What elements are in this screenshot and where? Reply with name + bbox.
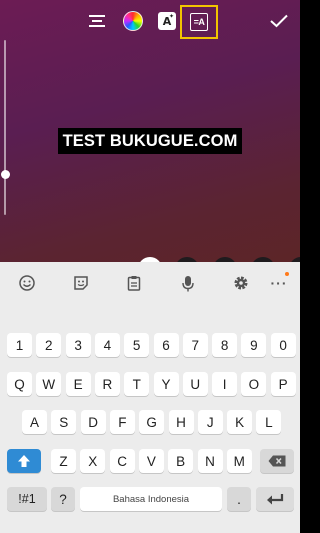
emoji-icon <box>19 275 35 291</box>
story-text-box[interactable]: TEST BUKUGUE.COM <box>0 128 300 154</box>
color-button[interactable] <box>120 7 146 35</box>
key-y[interactable]: Y <box>153 372 179 396</box>
symbols-key[interactable]: !#1 <box>7 487 47 511</box>
key-g[interactable]: G <box>139 410 165 434</box>
emoji-button[interactable] <box>16 272 38 294</box>
key-x[interactable]: X <box>80 449 106 473</box>
key-u[interactable]: U <box>182 372 208 396</box>
text-toolbar: A ✦ =A <box>0 5 300 39</box>
key-k[interactable]: K <box>227 410 253 434</box>
backspace-icon <box>268 455 286 467</box>
done-button[interactable] <box>266 7 292 35</box>
keyboard-toolbar: ··· <box>0 262 300 304</box>
sticker-button[interactable] <box>70 272 92 294</box>
key-q[interactable]: Q <box>7 372 32 396</box>
shift-key[interactable] <box>7 449 41 473</box>
key-5[interactable]: 5 <box>124 333 150 357</box>
question-key[interactable]: ? <box>51 487 75 511</box>
key-4[interactable]: 4 <box>94 333 120 357</box>
voice-input-button[interactable] <box>177 272 199 294</box>
key-t[interactable]: T <box>124 372 150 396</box>
color-wheel-icon <box>123 11 143 31</box>
key-6[interactable]: 6 <box>153 333 179 357</box>
key-s[interactable]: S <box>51 410 77 434</box>
key-o[interactable]: O <box>241 372 267 396</box>
shift-icon <box>18 455 30 467</box>
key-9[interactable]: 9 <box>241 333 267 357</box>
align-center-icon <box>89 15 105 27</box>
period-key[interactable]: . <box>227 487 251 511</box>
more-button[interactable]: ··· <box>268 272 290 294</box>
key-8[interactable]: 8 <box>212 333 238 357</box>
key-n[interactable]: N <box>197 449 223 473</box>
notification-dot <box>285 272 289 276</box>
clipboard-button[interactable] <box>123 272 145 294</box>
key-3[interactable]: 3 <box>65 333 91 357</box>
microphone-icon <box>182 275 194 291</box>
key-v[interactable]: V <box>138 449 164 473</box>
key-e[interactable]: E <box>65 372 91 396</box>
key-7[interactable]: 7 <box>182 333 208 357</box>
text-effect-icon: A ✦ <box>158 12 176 30</box>
checkmark-icon <box>270 14 288 28</box>
key-p[interactable]: P <box>270 372 296 396</box>
key-r[interactable]: R <box>94 372 120 396</box>
sparkle-icon: ✦ <box>168 13 174 20</box>
slider-knob[interactable] <box>1 170 10 179</box>
key-c[interactable]: C <box>109 449 135 473</box>
backspace-key[interactable] <box>260 449 294 473</box>
key-h[interactable]: H <box>168 410 194 434</box>
settings-icon <box>234 276 248 290</box>
key-0[interactable]: 0 <box>270 333 296 357</box>
enter-key[interactable] <box>256 487 294 511</box>
key-i[interactable]: I <box>212 372 238 396</box>
sticker-icon <box>74 276 88 290</box>
enter-icon <box>267 493 284 504</box>
key-j[interactable]: J <box>197 410 223 434</box>
key-w[interactable]: W <box>36 372 62 396</box>
key-b[interactable]: B <box>168 449 194 473</box>
key-f[interactable]: F <box>109 410 135 434</box>
key-z[interactable]: Z <box>51 449 76 473</box>
key-2[interactable]: 2 <box>36 333 62 357</box>
align-button[interactable] <box>84 7 110 35</box>
clipboard-icon <box>127 276 141 291</box>
key-a[interactable]: A <box>22 410 47 434</box>
space-bar[interactable]: Bahasa Indonesia <box>80 487 222 511</box>
key-l[interactable]: L <box>256 410 282 434</box>
story-text[interactable]: TEST BUKUGUE.COM <box>57 128 243 154</box>
more-icon: ··· <box>270 275 288 291</box>
keyboard-settings-button[interactable] <box>230 272 252 294</box>
animate-text-icon: =A <box>190 13 208 31</box>
key-1[interactable]: 1 <box>7 333 32 357</box>
story-canvas[interactable]: A ✦ =A TEST BUKUGUE.COM Aa AA Aa Aa A <box>0 0 300 262</box>
key-m[interactable]: M <box>226 449 252 473</box>
text-effect-button[interactable]: A ✦ <box>154 7 180 35</box>
animate-text-button[interactable]: =A <box>180 5 218 39</box>
key-d[interactable]: D <box>80 410 106 434</box>
keyboard: ··· 1234567890 QWERTYUIOP ASDFGHJKL ZXCV… <box>0 262 300 533</box>
